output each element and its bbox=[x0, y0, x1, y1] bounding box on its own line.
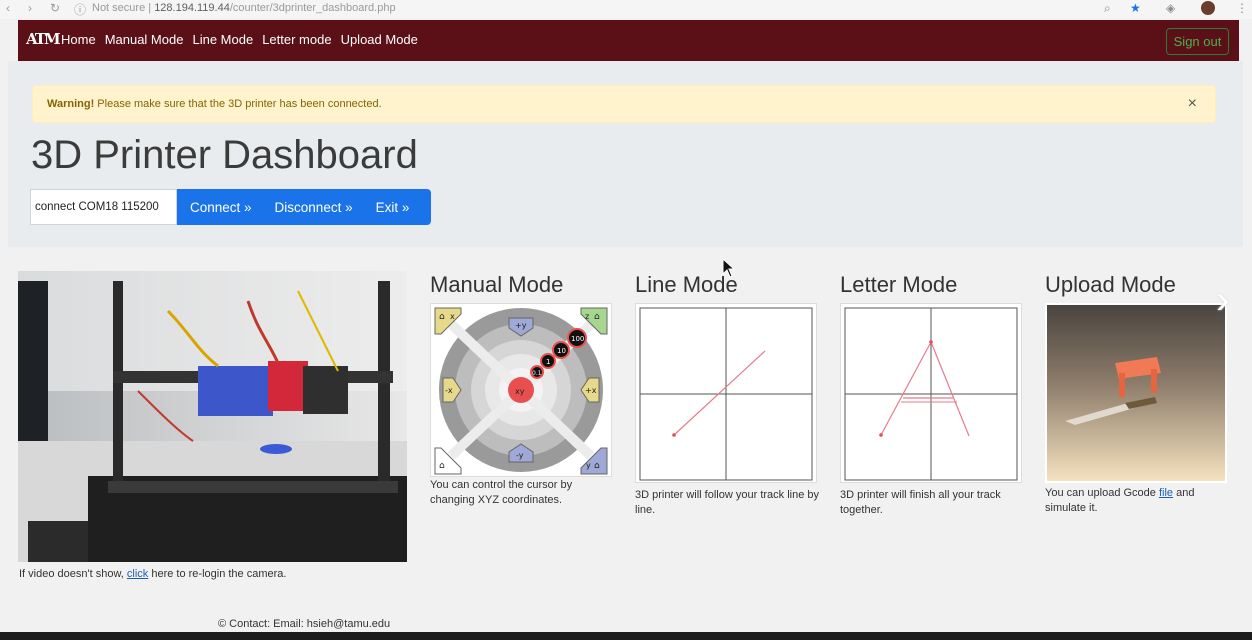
nav-manual-mode[interactable]: Manual Mode bbox=[105, 32, 184, 47]
menu-icon[interactable]: ⋮ bbox=[1236, 1, 1248, 15]
upload-mode-preview[interactable] bbox=[1045, 303, 1227, 483]
connection-button-group: Connect » Disconnect » Exit » bbox=[177, 189, 431, 225]
step-100-label[interactable]: 100 bbox=[571, 335, 584, 343]
sign-out-button[interactable]: Sign out bbox=[1166, 28, 1229, 55]
page-title: 3D Printer Dashboard bbox=[31, 133, 418, 177]
url-prefix: Not secure bbox=[92, 2, 146, 14]
dashboard-header: Warning! Please make sure that the 3D pr… bbox=[8, 61, 1244, 247]
step-1-label[interactable]: 1 bbox=[546, 358, 550, 366]
minus-x-label[interactable]: -x bbox=[445, 386, 453, 395]
connect-button[interactable]: Connect » bbox=[190, 200, 252, 215]
url-path: /counter/3dprinter_dashboard.php bbox=[229, 2, 396, 14]
svg-text:⌂: ⌂ bbox=[594, 461, 600, 471]
warning-alert: Warning! Please make sure that the 3D pr… bbox=[32, 85, 1216, 123]
upload-mode-description: You can upload Gcode file and simulate i… bbox=[1045, 486, 1230, 516]
manual-mode-title: Manual Mode bbox=[430, 272, 564, 297]
alert-strong: Warning! bbox=[47, 98, 95, 110]
step-0-1-label[interactable]: 0.1 bbox=[532, 370, 542, 377]
manual-mode-description: You can control the cursor by changing X… bbox=[430, 479, 573, 506]
nav-line-mode[interactable]: Line Mode bbox=[192, 32, 253, 47]
exit-button[interactable]: Exit » bbox=[376, 200, 410, 215]
forward-icon[interactable]: › bbox=[28, 1, 32, 15]
manual-mode-control-pad[interactable]: xy 100 10 1 0.1 +y -y -x +x ⌂ x z ⌂ ⌂ y … bbox=[430, 303, 612, 477]
navbar: ATM Home Manual Mode Line Mode Letter mo… bbox=[18, 20, 1239, 61]
home-x-label[interactable]: x bbox=[450, 312, 455, 321]
plus-x-label[interactable]: +x bbox=[585, 386, 597, 395]
upload-file-link[interactable]: file bbox=[1159, 487, 1173, 499]
info-icon[interactable]: ⓘ bbox=[74, 1, 86, 18]
plus-y-label[interactable]: +y bbox=[515, 321, 527, 330]
alert-message: Please make sure that the 3D printer has… bbox=[94, 98, 382, 110]
atm-logo[interactable]: ATM bbox=[26, 28, 61, 50]
footer-contact: © Contact: Email: hsieh@tamu.edu bbox=[218, 618, 391, 630]
back-icon[interactable]: ‹ bbox=[6, 1, 10, 15]
letter-mode-description: 3D printer will finish all your track to… bbox=[840, 489, 1001, 516]
line-mode-description: 3D printer will follow your track line b… bbox=[635, 489, 820, 516]
carousel-next-icon[interactable]: › bbox=[1216, 278, 1229, 323]
search-icon[interactable]: ⌕ bbox=[1104, 1, 1111, 16]
url-host: 128.194.119.44 bbox=[154, 2, 230, 14]
letter-mode-canvas[interactable] bbox=[840, 303, 1022, 483]
upload-text-before: You can upload Gcode bbox=[1045, 487, 1159, 499]
svg-text:⌂: ⌂ bbox=[594, 312, 600, 322]
svg-text:⌂: ⌂ bbox=[439, 312, 445, 322]
home-all-icon[interactable]: ⌂ bbox=[439, 461, 445, 471]
caption-before: If video doesn't show, bbox=[19, 568, 127, 580]
home-z-label[interactable]: z bbox=[585, 312, 589, 321]
line-mode-canvas[interactable] bbox=[635, 303, 817, 483]
home-y-label[interactable]: y bbox=[586, 461, 591, 470]
nav-home[interactable]: Home bbox=[61, 32, 96, 47]
nav-links: Home Manual Mode Line Mode Letter mode U… bbox=[61, 32, 418, 47]
nav-upload-mode[interactable]: Upload Mode bbox=[341, 32, 418, 47]
upload-mode-title: Upload Mode bbox=[1045, 272, 1176, 297]
video-caption: If video doesn't show, click here to re-… bbox=[19, 568, 286, 580]
page-scrollbar[interactable] bbox=[1243, 20, 1252, 632]
mouse-cursor-icon bbox=[722, 257, 736, 283]
bookmark-star-icon[interactable]: ★ bbox=[1130, 1, 1141, 15]
camera-video[interactable] bbox=[18, 271, 407, 562]
profile-avatar[interactable] bbox=[1201, 1, 1215, 15]
extension-icon[interactable]: ◈ bbox=[1166, 1, 1175, 15]
minus-y-label[interactable]: -y bbox=[516, 451, 524, 460]
caption-after: here to re-login the camera. bbox=[148, 568, 287, 580]
close-icon[interactable]: × bbox=[1188, 86, 1197, 122]
letter-mode-title: Letter Mode bbox=[840, 272, 958, 297]
center-xy-label: xy bbox=[515, 387, 525, 396]
browser-chrome: ‹ › ↻ ⓘ Not secure | 128.194.119.44/coun… bbox=[0, 0, 1252, 19]
reload-icon[interactable]: ↻ bbox=[50, 1, 60, 15]
command-input[interactable]: connect COM18 115200 bbox=[30, 189, 177, 225]
relogin-camera-link[interactable]: click bbox=[127, 568, 148, 580]
nav-letter-mode[interactable]: Letter mode bbox=[262, 32, 331, 47]
taskbar bbox=[0, 632, 1252, 640]
step-10-label[interactable]: 10 bbox=[557, 347, 566, 355]
disconnect-button[interactable]: Disconnect » bbox=[275, 200, 353, 215]
address-bar[interactable]: Not secure | 128.194.119.44/counter/3dpr… bbox=[92, 2, 396, 14]
